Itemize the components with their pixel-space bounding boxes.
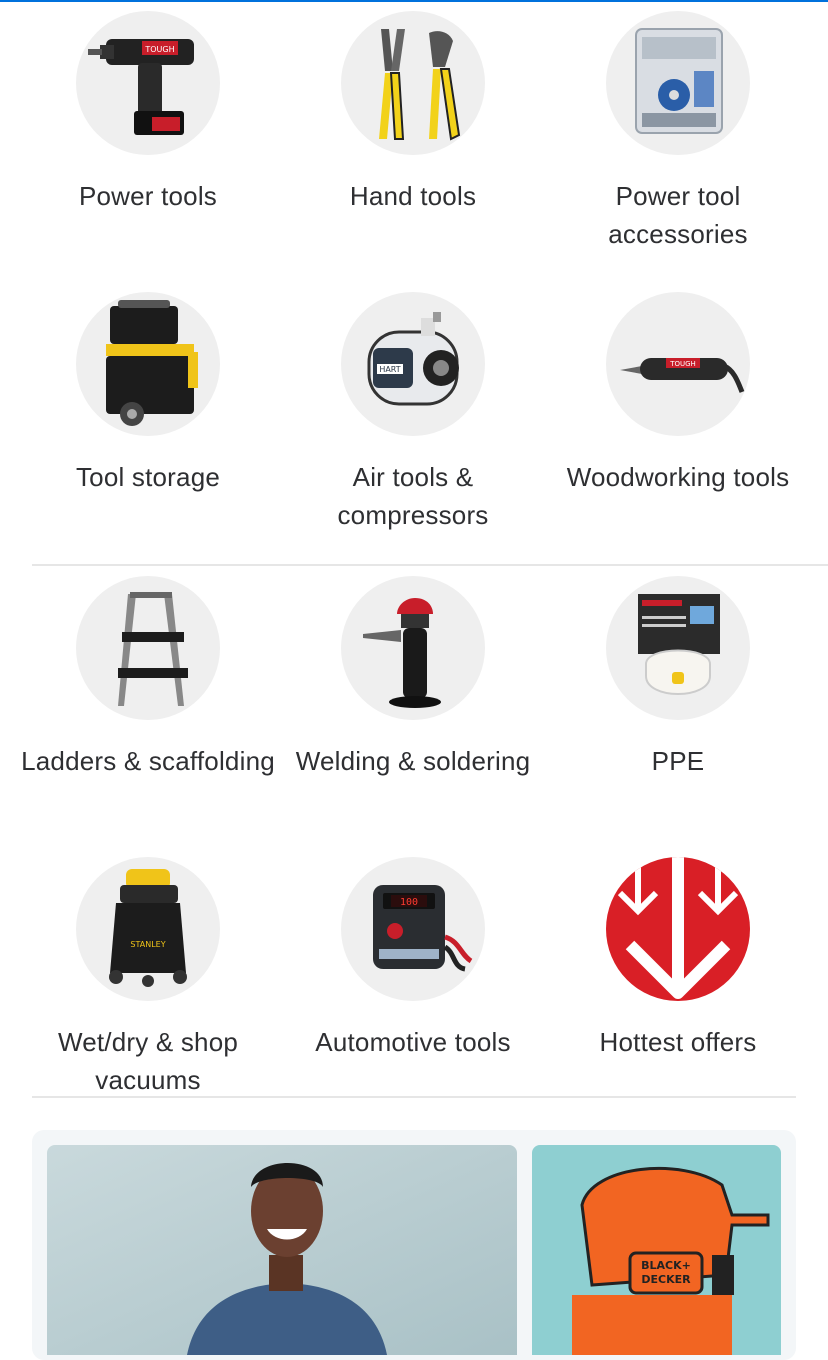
promo-card-apparel[interactable]: [47, 1145, 517, 1355]
category-air-tools[interactable]: HART Air tools & compressors: [280, 292, 546, 534]
compressor-brand-text: HART: [379, 365, 400, 374]
promo-card-jigsaw[interactable]: BLACK+ DECKER: [532, 1145, 781, 1355]
category-label: Power tool accessories: [608, 181, 748, 249]
charger-display-text: 100: [400, 897, 418, 908]
power-tool-accessories-image: [606, 11, 750, 155]
rotary-brand-text: TOUGH: [669, 360, 696, 368]
ppe-image: [606, 576, 750, 720]
jigsaw-brand-line2: DECKER: [641, 1273, 691, 1286]
ladders-image: [76, 576, 220, 720]
hottest-offers-image: [606, 857, 750, 1001]
category-power-tools[interactable]: TOUGH Power tools: [15, 11, 281, 215]
category-label: PPE: [651, 746, 705, 776]
section-divider: [32, 564, 828, 566]
drill-brand-text: TOUGH: [144, 45, 174, 54]
category-power-tool-accessories[interactable]: Power tool accessories: [545, 11, 811, 253]
category-automotive-tools[interactable]: 100 Automotive tools: [280, 857, 546, 1061]
category-label: Woodworking tools: [566, 462, 790, 492]
category-label: Air tools & compressors: [337, 462, 489, 530]
category-hand-tools[interactable]: Hand tools: [280, 11, 546, 215]
woodworking-tools-image: TOUGH: [606, 292, 750, 436]
jigsaw-brand-line1: BLACK+: [641, 1259, 691, 1272]
category-ladders[interactable]: Ladders & scaffolding: [15, 576, 281, 780]
down-arrows-icon: [617, 857, 739, 999]
vacuum-brand-text: STANLEY: [130, 940, 165, 949]
automotive-tools-image: 100: [341, 857, 485, 1001]
welding-image: [341, 576, 485, 720]
power-tools-image: TOUGH: [76, 11, 220, 155]
category-label: Ladders & scaffolding: [21, 746, 275, 776]
shop-vacuums-image: STANLEY: [76, 857, 220, 1001]
category-shop-vacuums[interactable]: STANLEY Wet/dry & shop vacuums: [15, 857, 281, 1099]
air-tools-image: HART: [341, 292, 485, 436]
section-divider: [32, 1096, 796, 1098]
category-ppe[interactable]: PPE: [545, 576, 811, 780]
tool-storage-image: [76, 292, 220, 436]
top-accent-line: [0, 0, 828, 2]
category-label: Power tools: [78, 181, 218, 211]
hand-tools-image: [341, 11, 485, 155]
category-hottest-offers[interactable]: Hottest offers: [545, 857, 811, 1061]
category-label: Hottest offers: [599, 1027, 757, 1057]
category-label: Welding & soldering: [295, 746, 531, 776]
category-welding[interactable]: Welding & soldering: [280, 576, 546, 780]
category-label: Hand tools: [349, 181, 477, 211]
category-tool-storage[interactable]: Tool storage: [15, 292, 281, 496]
category-label: Wet/dry & shop vacuums: [57, 1027, 239, 1095]
category-label: Automotive tools: [315, 1027, 511, 1057]
category-label: Tool storage: [75, 462, 221, 492]
category-woodworking-tools[interactable]: TOUGH Woodworking tools: [545, 292, 811, 496]
